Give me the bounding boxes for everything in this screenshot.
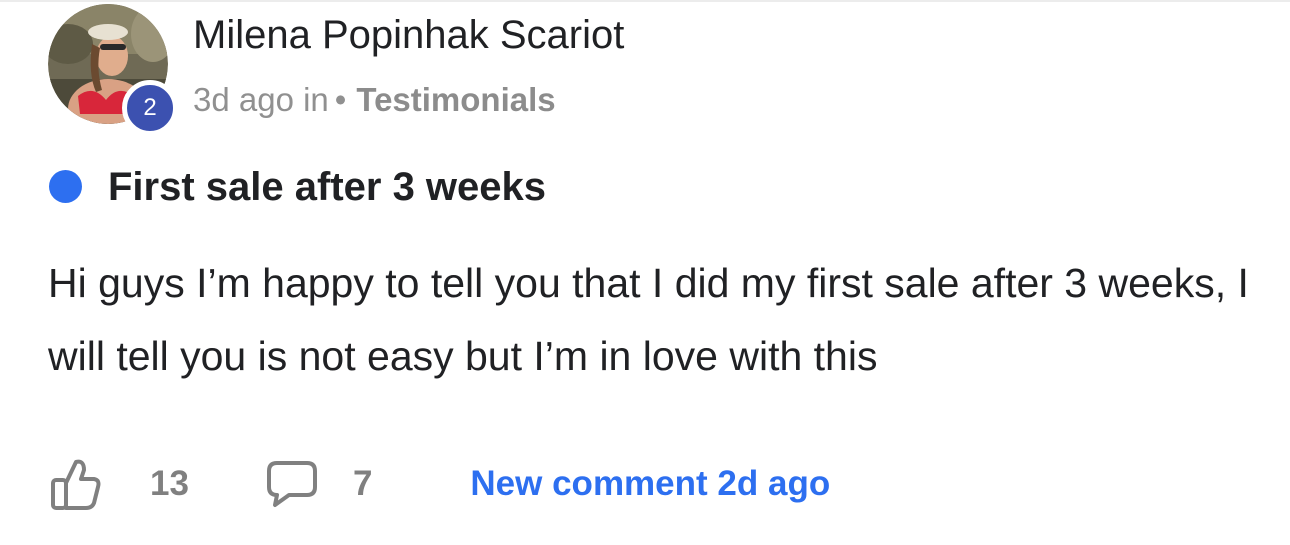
post-time: 3d ago in [193, 81, 329, 118]
thumbs-up-icon[interactable] [50, 456, 102, 512]
post-actions: 13 7 New comment 2d ago [50, 454, 830, 514]
post-card[interactable]: 2 Milena Popinhak Scariot 3d ago in • Test… [0, 0, 1290, 545]
post-meta: 3d ago in • Testimonials [193, 78, 556, 122]
unread-indicator [49, 170, 82, 203]
like-count: 13 [150, 464, 189, 503]
comment-count: 7 [352, 464, 373, 503]
comment-bubble-icon[interactable] [265, 459, 319, 509]
new-comment-link[interactable]: New comment 2d ago [470, 464, 830, 504]
level-badge: 2 [122, 80, 178, 136]
like-button[interactable]: 13 [50, 456, 189, 512]
author-name[interactable]: Milena Popinhak Scariot [193, 8, 624, 62]
post-body[interactable]: Hi guys I’m happy to tell you that I did… [48, 247, 1268, 393]
category-link[interactable]: Testimonials [356, 81, 555, 118]
comment-button[interactable]: 7 [265, 459, 372, 509]
post-title[interactable]: First sale after 3 weeks [108, 160, 546, 214]
author-avatar-container[interactable]: 2 [48, 4, 178, 136]
meta-separator: • [334, 81, 347, 118]
